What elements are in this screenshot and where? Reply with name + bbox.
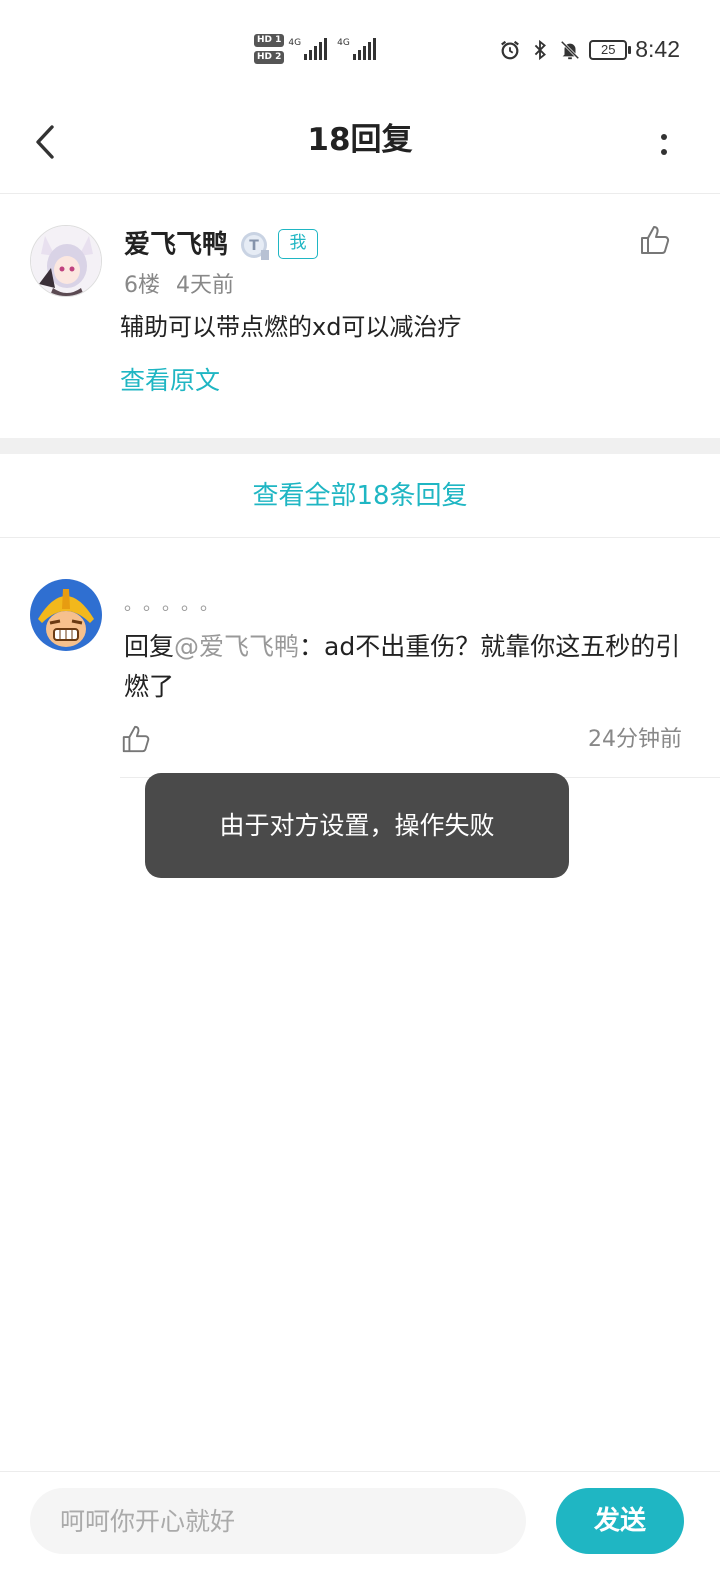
post-time: 4天前: [176, 273, 234, 298]
clock: 8:42: [635, 36, 680, 62]
avatar[interactable]: [30, 225, 102, 297]
reply-prefix: 回复: [124, 632, 175, 661]
sim2-hd-tag: HD 2: [254, 51, 285, 64]
view-all-replies-link[interactable]: 查看全部18条回复: [0, 454, 720, 538]
me-tag: 我: [278, 229, 318, 259]
system-status: 25 8:42: [499, 36, 680, 63]
reply-input[interactable]: [30, 1488, 526, 1554]
reply-item: 。。。。。 回复@爱飞飞鸭：ad不出重伤？就靠你这五秒的引燃了 24分钟前: [0, 539, 720, 779]
sim1-hd-tag: HD 1: [254, 34, 285, 47]
view-original-link[interactable]: 查看原文: [120, 363, 220, 399]
more-options-button[interactable]: [648, 124, 680, 164]
top-nav-bar: 18回复: [0, 100, 720, 194]
toast-message: 由于对方设置，操作失败: [145, 773, 569, 878]
more-vertical-icon: [661, 133, 667, 140]
reply-content: 回复@爱飞飞鸭：ad不出重伤？就靠你这五秒的引燃了: [124, 627, 684, 707]
thumbs-up-icon[interactable]: [120, 723, 152, 755]
mute-icon: [561, 40, 580, 59]
avatar[interactable]: [30, 579, 102, 651]
bluetooth-icon: [535, 39, 547, 60]
status-bar: HD 1 HD 2 4G 4G 25 8:42: [0, 0, 720, 100]
post-meta: 6楼 4天前: [124, 271, 234, 301]
reply-composer: 发送: [0, 1471, 720, 1584]
thumbs-up-icon[interactable]: [638, 223, 672, 257]
alarm-icon: [501, 40, 520, 59]
comment-content: 辅助可以带点燃的xd可以减治疗: [120, 313, 462, 341]
signal-strength-icon: 4G: [337, 38, 376, 60]
send-button[interactable]: 发送: [556, 1488, 684, 1554]
floor-number: 6楼: [124, 273, 160, 298]
signal-strength-icon: 4G: [288, 38, 328, 60]
sim-signals: HD 1 HD 2 4G 4G: [254, 34, 376, 64]
battery-indicator: 25: [589, 39, 632, 60]
section-divider: [0, 438, 720, 454]
page-title: 18回复: [307, 122, 413, 158]
original-comment: 爱飞飞鸭 T 我 6楼 4天前 辅助可以带点燃的xd可以减治疗 查看原文: [0, 195, 720, 438]
username[interactable]: 爱飞飞鸭: [124, 227, 228, 263]
mention-link[interactable]: @爱飞飞鸭: [174, 632, 299, 661]
reply-time: 24分钟前: [588, 727, 682, 752]
svg-text:T: T: [249, 238, 259, 254]
username[interactable]: 。。。。。: [124, 595, 228, 615]
level-badge-icon: T: [241, 232, 269, 260]
